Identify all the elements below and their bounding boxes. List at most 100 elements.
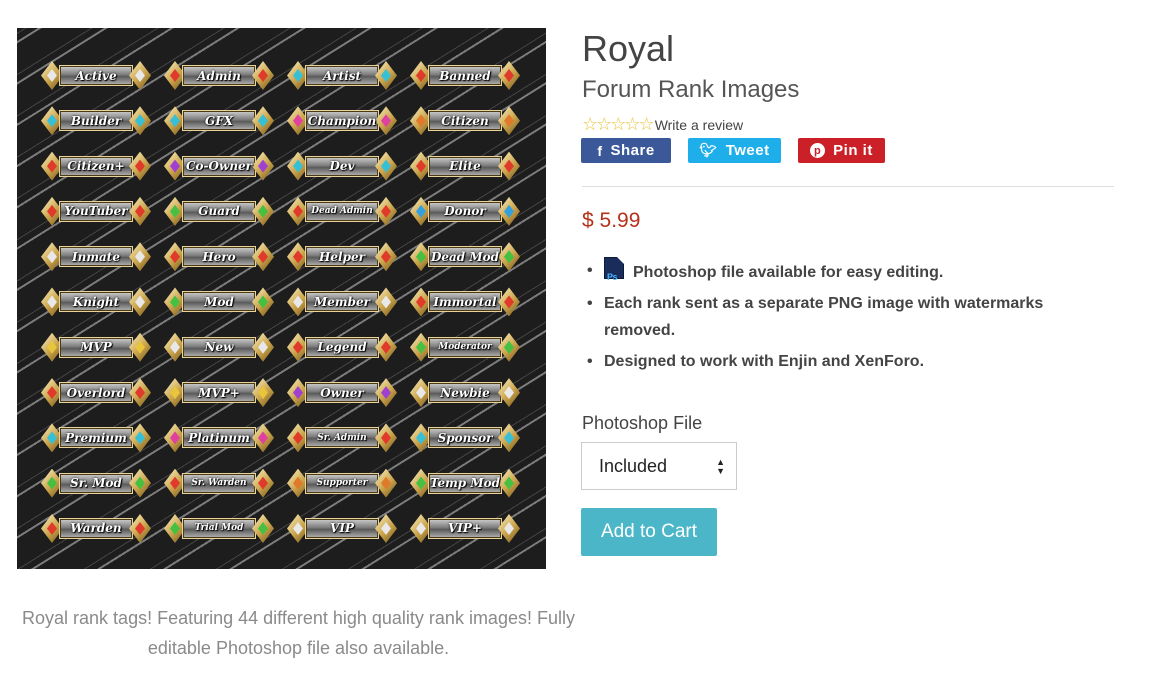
rank-tag: Owner — [287, 370, 397, 415]
rank-label: YouTuber — [64, 204, 128, 219]
divider — [582, 186, 1114, 187]
rank-label: Admin — [197, 68, 241, 83]
gem-icon — [252, 514, 274, 543]
rank-tag: Platinum — [164, 415, 274, 460]
gem-icon — [129, 378, 151, 407]
rank-tag: Donor — [410, 189, 520, 234]
add-to-cart-button[interactable]: Add to Cart — [581, 508, 717, 556]
review-row: ☆☆☆☆☆ Write a review — [582, 114, 743, 135]
feature-text: Each rank sent as a separate PNG image w… — [604, 295, 1044, 339]
rank-tag: Admin — [164, 53, 274, 98]
gem-icon — [498, 152, 520, 181]
star-rating-icon[interactable]: ☆☆☆☆☆ — [582, 114, 655, 135]
photoshop-file-option-label: Photoshop File — [582, 413, 703, 433]
gem-icon — [129, 61, 151, 90]
gem-icon — [498, 106, 520, 135]
gem-icon — [129, 287, 151, 316]
gem-icon — [252, 287, 274, 316]
rank-label: New — [204, 340, 234, 355]
rank-label: Sponsor — [437, 430, 493, 445]
feature-list: Ps Photoshop file available for easy edit… — [586, 257, 1116, 379]
gem-icon — [129, 333, 151, 362]
rank-tag: Artist — [287, 53, 397, 98]
product-title: Royal — [582, 28, 675, 69]
rank-label: Active — [75, 68, 117, 83]
gem-icon — [129, 423, 151, 452]
rank-tag: VIP+ — [410, 506, 520, 551]
rank-tag: Dev — [287, 144, 397, 189]
gem-icon — [129, 152, 151, 181]
rank-label: Builder — [70, 113, 122, 128]
feature-text: Photoshop file available for easy editin… — [633, 264, 944, 281]
rank-label: Temp Mod — [429, 476, 501, 491]
rank-label: Premium — [65, 430, 127, 445]
gem-icon — [375, 197, 397, 226]
gem-icon — [498, 287, 520, 316]
rank-label: Sr. Mod — [70, 476, 122, 491]
photoshop-icon-text: Ps — [607, 272, 618, 282]
rank-tag: Builder — [41, 98, 151, 143]
select-value: Included — [599, 455, 668, 476]
rank-tag: Mod — [164, 279, 274, 324]
rank-tag: Helper — [287, 234, 397, 279]
pinterest-pin-button[interactable]: p Pin it — [798, 138, 885, 163]
write-review-link[interactable]: Write a review — [655, 117, 743, 133]
rank-label: Supporter — [316, 478, 368, 489]
rank-label: Citizen — [441, 113, 489, 128]
gem-icon — [498, 242, 520, 271]
feature-item: Each rank sent as a separate PNG image w… — [586, 290, 1116, 344]
rank-label: Banned — [439, 68, 491, 83]
gem-icon — [375, 106, 397, 135]
rank-tag: VIP — [287, 506, 397, 551]
gem-icon — [252, 423, 274, 452]
rank-tag: Premium — [41, 415, 151, 460]
gem-icon — [129, 514, 151, 543]
rank-label: Citizen+ — [67, 159, 125, 174]
photoshop-file-select[interactable]: Included ▲ ▼ — [581, 442, 737, 490]
rank-tag: Dead Admin — [287, 189, 397, 234]
rank-tag: Sr. Mod — [41, 461, 151, 506]
rank-tag: GFX — [164, 98, 274, 143]
pin-label: Pin it — [833, 142, 873, 159]
rank-tag: Champion — [287, 98, 397, 143]
facebook-share-button[interactable]: f Share — [581, 138, 671, 163]
rank-label: Moderator — [438, 342, 492, 353]
product-image[interactable]: Active Admin Artist Banned Builder GFX Champio… — [17, 28, 546, 569]
twitter-tweet-button[interactable]: 🐦︎ Tweet — [688, 138, 781, 163]
rank-tag: Trial Mod — [164, 506, 274, 551]
rank-tag: Co-Owner — [164, 144, 274, 189]
feature-item: Designed to work with Enjin and XenForo. — [586, 348, 1116, 375]
gem-icon — [498, 423, 520, 452]
rank-image-grid: Active Admin Artist Banned Builder GFX Champio… — [41, 53, 521, 553]
photoshop-file-icon: Ps — [604, 257, 624, 282]
rank-tag: Sr. Admin — [287, 415, 397, 460]
facebook-icon: f — [597, 142, 603, 159]
rank-tag: Immortal — [410, 279, 520, 324]
rank-tag: Citizen — [410, 98, 520, 143]
rank-label: Sr. Admin — [317, 432, 367, 443]
rank-label: Co-Owner — [186, 159, 252, 174]
rank-label: Artist — [322, 68, 362, 83]
rank-tag: Newbie — [410, 370, 520, 415]
rank-label: VIP+ — [447, 521, 482, 536]
rank-tag: Member — [287, 279, 397, 324]
rank-label: Knight — [72, 294, 120, 309]
rank-label: Mod — [204, 294, 234, 309]
gem-icon — [375, 61, 397, 90]
pinterest-icon: p — [810, 143, 826, 158]
gem-icon — [129, 106, 151, 135]
gem-icon — [375, 423, 397, 452]
rank-tag: Supporter — [287, 461, 397, 506]
share-label: Share — [610, 142, 655, 159]
tweet-label: Tweet — [725, 142, 770, 159]
rank-tag: Inmate — [41, 234, 151, 279]
product-subtitle: Forum Rank Images — [582, 76, 800, 103]
rank-tag: Active — [41, 53, 151, 98]
rank-label: MVP+ — [198, 385, 240, 400]
gem-icon — [498, 469, 520, 498]
gem-icon — [375, 333, 397, 362]
gem-icon — [498, 378, 520, 407]
rank-label: Dead Mod — [430, 249, 500, 264]
select-arrows-icon: ▲ ▼ — [716, 457, 725, 476]
rank-label: Inmate — [72, 249, 120, 264]
